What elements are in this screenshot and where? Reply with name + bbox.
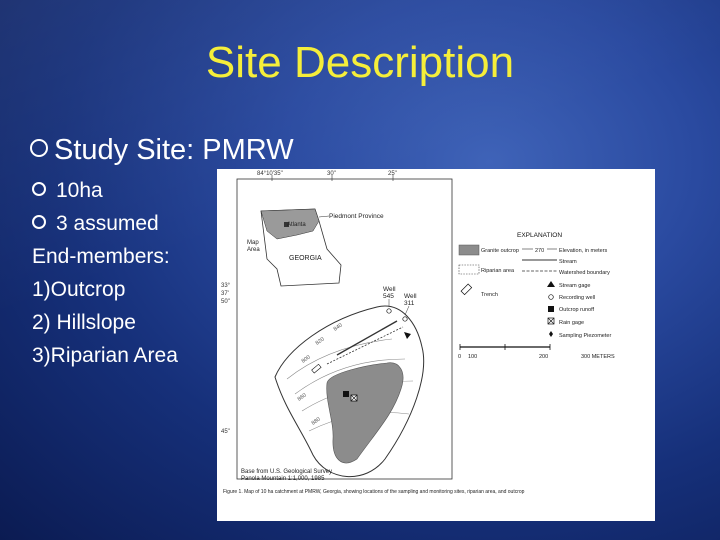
coord-label: 30" (327, 171, 336, 177)
legend-outcrop-runoff-icon (548, 306, 554, 312)
legend-label: Rain gage (559, 320, 584, 326)
legend-piezometer-icon (549, 331, 553, 337)
leader-line (318, 215, 330, 218)
text-line: End-members: (32, 245, 170, 268)
main-bullet-text: Study Site: PMRW (54, 134, 294, 166)
legend-label: Sampling Piezometer (559, 333, 611, 339)
inset-label: GEORGIA (289, 255, 322, 262)
sub-bullet-text: 3 assumed (56, 212, 159, 235)
legend-contour-value: 270 (535, 248, 544, 254)
legend-label: Recording well (559, 295, 595, 301)
coord-label: 33° (221, 283, 231, 289)
legend-stream-gage-icon (547, 281, 555, 287)
figure-caption: Figure 1. Map of 10 ha catchment at PMRW… (223, 489, 525, 495)
legend-label: Granite outcrop (481, 248, 519, 254)
legend-label: Riparian area (481, 268, 515, 274)
hollow-circle-bullet-icon (30, 139, 48, 157)
main-bullet: Study Site: PMRW (30, 134, 294, 167)
scale-label: 0 (458, 354, 461, 360)
inset-label: Atlanta (287, 222, 306, 228)
inset-label: Map (247, 240, 259, 246)
text-line: 2) Hillslope (32, 311, 136, 334)
sub-bullet-text: 10ha (56, 179, 103, 202)
legend-label: Trench (481, 292, 498, 298)
coord-label: 37' (221, 291, 229, 297)
georgia-inset-map: Piedmont Province Atlanta Map Area GEORG… (247, 208, 384, 287)
hollow-circle-bullet-icon (32, 215, 46, 229)
outcrop-runoff-marker (343, 391, 349, 397)
coord-label: 50" (221, 299, 230, 305)
legend-recording-well-icon (548, 294, 554, 300)
legend-label: Stream gage (559, 283, 591, 289)
scale-label: 100 (468, 354, 477, 360)
coord-label: 25" (388, 171, 397, 177)
scale-label: 300 METERS (581, 354, 615, 360)
slide-title: Site Description (205, 38, 515, 87)
legend-label: Outcrop runoff (559, 307, 595, 313)
coord-label: 45" (221, 429, 230, 435)
site-map-svg: 84°10'35" 30" 25" 33° 37' 50" 45" Piedmo… (221, 171, 615, 495)
inset-label: Area (247, 247, 260, 253)
legend-label: Elevation, in meters (559, 248, 608, 254)
coord-label: 84°10'35" (257, 171, 283, 177)
site-map-figure: 84°10'35" 30" 25" 33° 37' 50" 45" Piedmo… (217, 169, 655, 521)
slide: Site Description Study Site: PMRW 10ha 3… (0, 0, 720, 540)
well-label: 545 (383, 293, 394, 300)
map-legend: EXPLANATION Granite outcrop Riparian are… (458, 232, 611, 339)
base-source-line: Base from U.S. Geological Survey (241, 469, 332, 475)
scale-bar: 0 100 200 300 METERS (458, 344, 615, 360)
legend-label: Stream (559, 259, 577, 265)
scale-label: 200 (539, 354, 548, 360)
legend-heading: EXPLANATION (517, 232, 562, 239)
text-line: 3)Riparian Area (32, 344, 178, 367)
text-line: 1)Outcrop (32, 278, 126, 301)
legend-granite-swatch (458, 244, 480, 256)
hollow-circle-bullet-icon (32, 182, 46, 196)
catchment-map: Well 545 Well 311 800 820 840 860 880 (274, 286, 425, 478)
sub-bullet: 3 assumed (32, 207, 178, 240)
body-text: 10ha 3 assumed End-members: 1)Outcrop 2)… (32, 174, 178, 372)
sub-bullet: 10ha (32, 174, 178, 207)
legend-trench-icon (460, 283, 473, 296)
well-label: Well (383, 286, 396, 293)
legend-riparian-swatch (458, 264, 480, 275)
inset-label: Piedmont Province (329, 213, 384, 220)
well-label: Well (404, 293, 417, 300)
well-label: 311 (404, 300, 415, 307)
leader-line (404, 305, 410, 316)
base-source-line: Panola Mountain 1:1,000, 1985 (241, 476, 325, 482)
legend-label: Watershed boundary (559, 270, 610, 276)
